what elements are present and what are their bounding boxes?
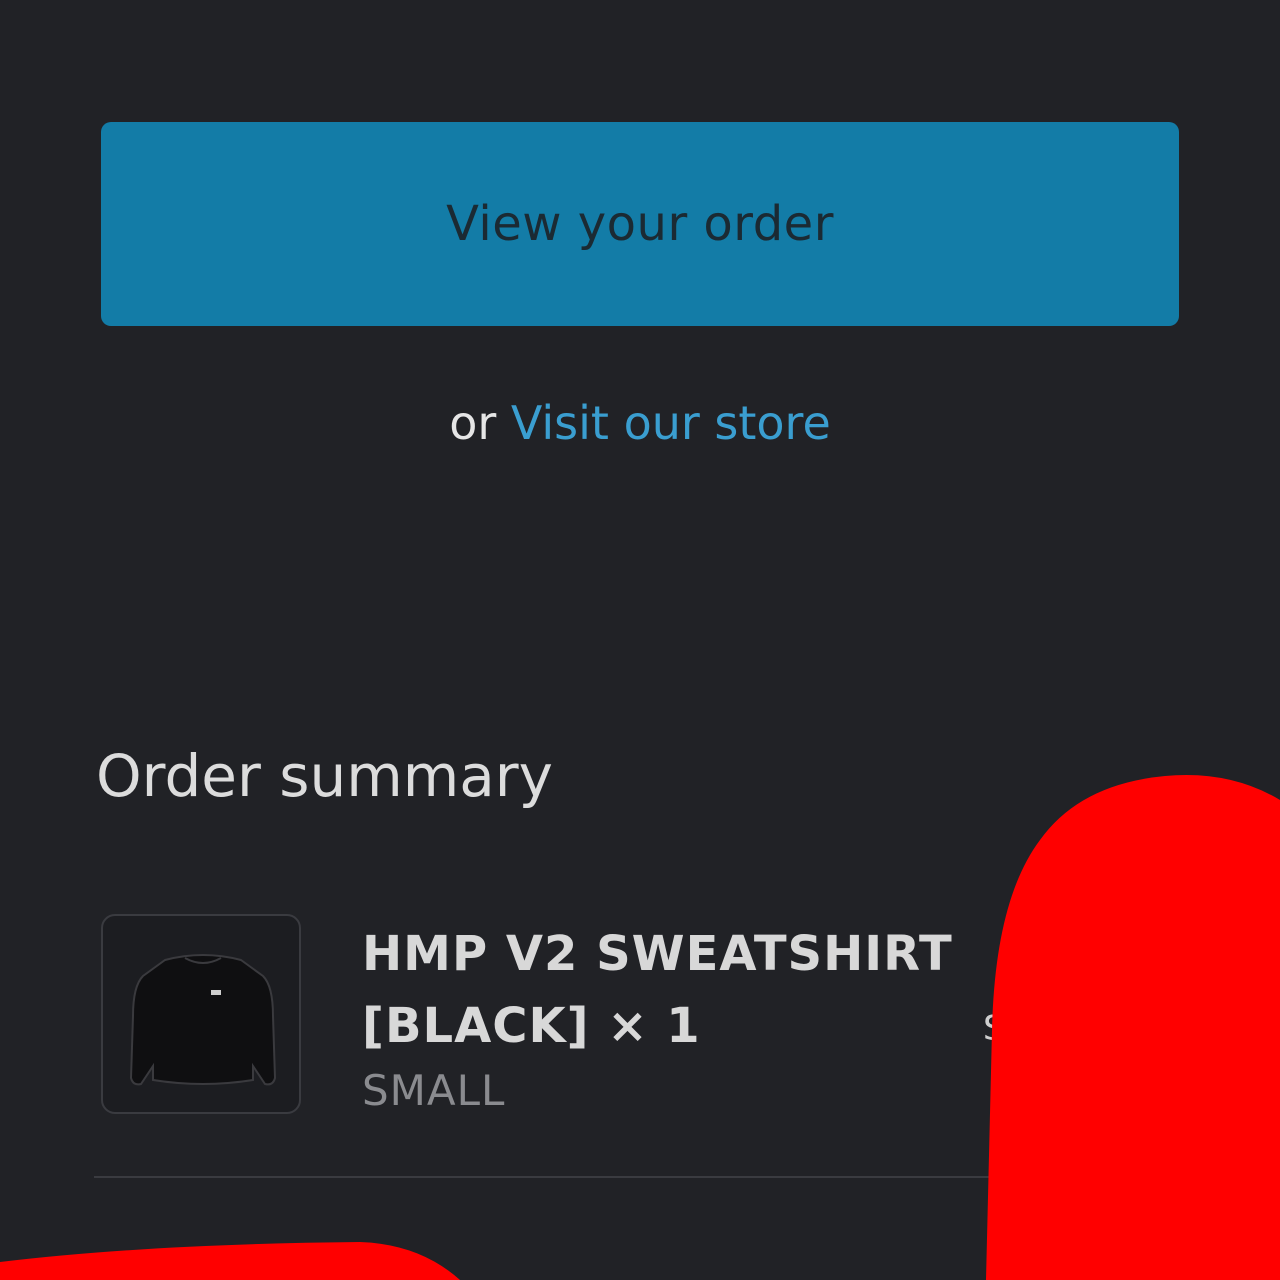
redaction-mark-bottom xyxy=(0,1242,460,1280)
visit-store-link[interactable]: Visit our store xyxy=(511,396,831,450)
line-item-variant: SMALL xyxy=(362,1066,506,1115)
or-text: or xyxy=(449,396,497,450)
order-summary-title: Order summary xyxy=(96,742,553,810)
redaction-mark-right xyxy=(986,775,1280,1280)
view-order-button[interactable]: View your order xyxy=(101,122,1179,326)
order-confirmation-page: View your order or Visit our store Order… xyxy=(0,0,1280,1280)
visit-store-line: or Visit our store xyxy=(0,396,1280,450)
view-order-label: View your order xyxy=(446,196,834,252)
line-item-name: HMP V2 SWEATSHIRT [BLACK] × 1 xyxy=(362,926,953,1054)
line-item-price: $ xyxy=(982,1004,1008,1050)
product-thumbnail xyxy=(101,914,301,1114)
sweatshirt-icon xyxy=(129,954,277,1086)
summary-divider xyxy=(94,1176,1280,1178)
